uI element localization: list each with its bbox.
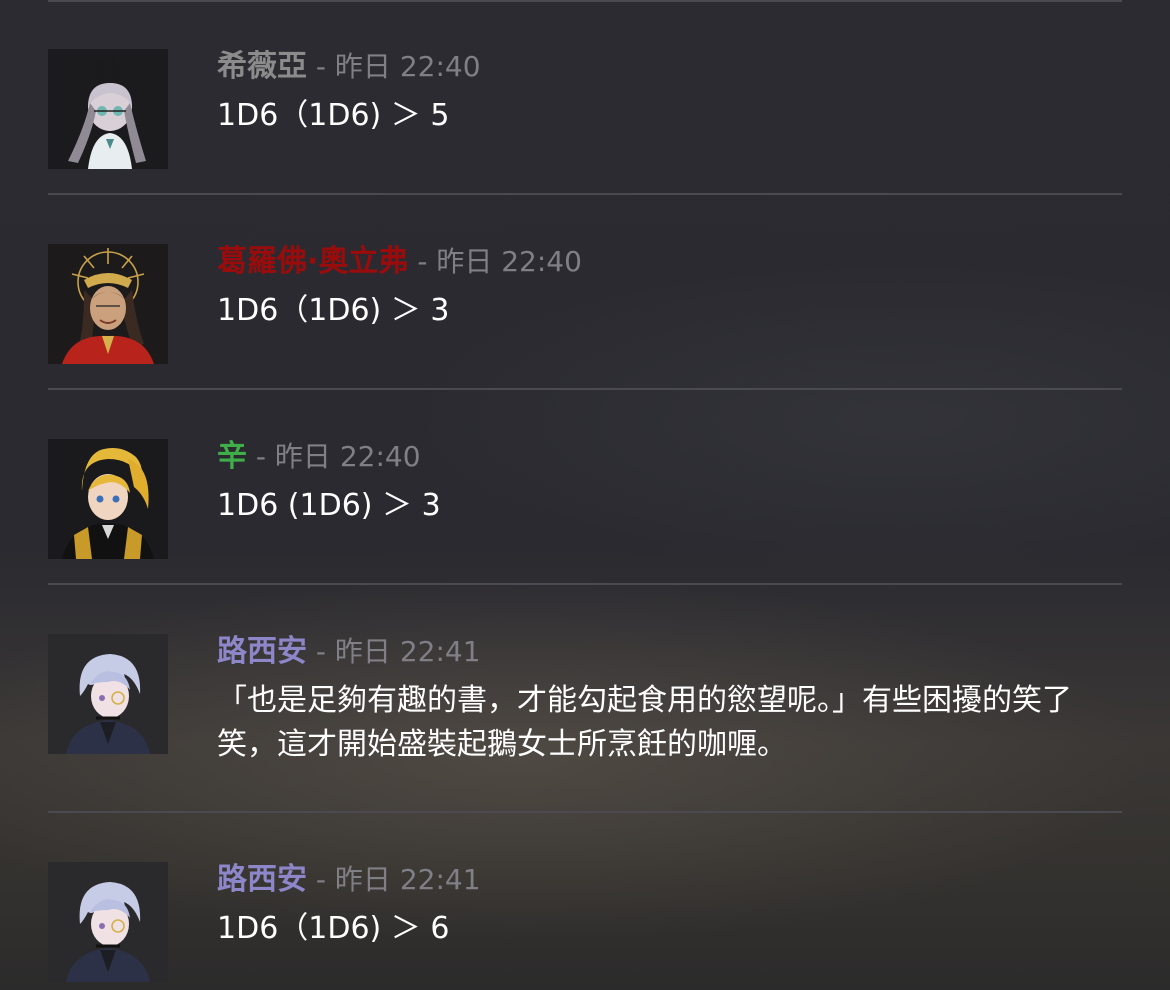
message-text: 1D6（1D6) ＞ 5 <box>217 98 450 133</box>
timestamp: 昨日 22:41 <box>334 635 481 668</box>
author-name[interactable]: 辛 <box>217 439 247 474</box>
author-name[interactable]: 葛羅佛·奧立弗 <box>217 244 408 279</box>
separator: - <box>255 440 267 473</box>
separator: - <box>417 245 428 278</box>
message-text: 1D6（1D6) ＞ 6 <box>217 911 450 946</box>
silver-haired-monocle-man-avatar-icon <box>48 634 168 754</box>
timestamp: 昨日 22:41 <box>334 863 481 896</box>
timestamp: 昨日 22:40 <box>334 50 481 83</box>
timestamp: 昨日 22:40 <box>274 440 421 473</box>
white-haired-bunny-ear-girl-avatar-icon <box>48 49 168 169</box>
separator: - <box>315 50 327 83</box>
author-avatar[interactable] <box>48 49 168 169</box>
message-text: 「也是足夠有趣的書，才能勾起食用的慾望呢。」有些困擾的笑了笑，這才開始盛裝起鵝女… <box>217 683 1072 762</box>
author-avatar[interactable] <box>48 862 168 982</box>
timestamp: 昨日 22:40 <box>436 245 582 278</box>
message-divider <box>48 811 1122 813</box>
author-name[interactable]: 希薇亞 <box>217 49 307 84</box>
message-divider <box>48 583 1122 585</box>
crowned-dark-haired-man-avatar-icon <box>48 244 168 364</box>
chat-log: 希薇亞 - 昨日 22:40 1D6（1D6) ＞ 5 葛羅佛·奧立弗 - 昨日… <box>0 0 1170 990</box>
message-divider <box>48 0 1122 2</box>
author-name[interactable]: 路西安 <box>217 634 307 669</box>
silver-haired-monocle-man-avatar-icon <box>48 862 168 982</box>
message-text: 1D6（1D6) ＞ 3 <box>217 293 450 328</box>
author-avatar[interactable] <box>48 634 168 754</box>
author-avatar[interactable] <box>48 244 168 364</box>
message-divider <box>48 193 1122 195</box>
message-divider <box>48 388 1122 390</box>
separator: - <box>315 635 327 668</box>
author-name[interactable]: 路西安 <box>217 862 307 897</box>
blonde-ponytail-warrior-avatar-icon <box>48 439 168 559</box>
author-avatar[interactable] <box>48 439 168 559</box>
separator: - <box>315 863 327 896</box>
message-text: 1D6 (1D6) ＞ 3 <box>217 488 441 523</box>
